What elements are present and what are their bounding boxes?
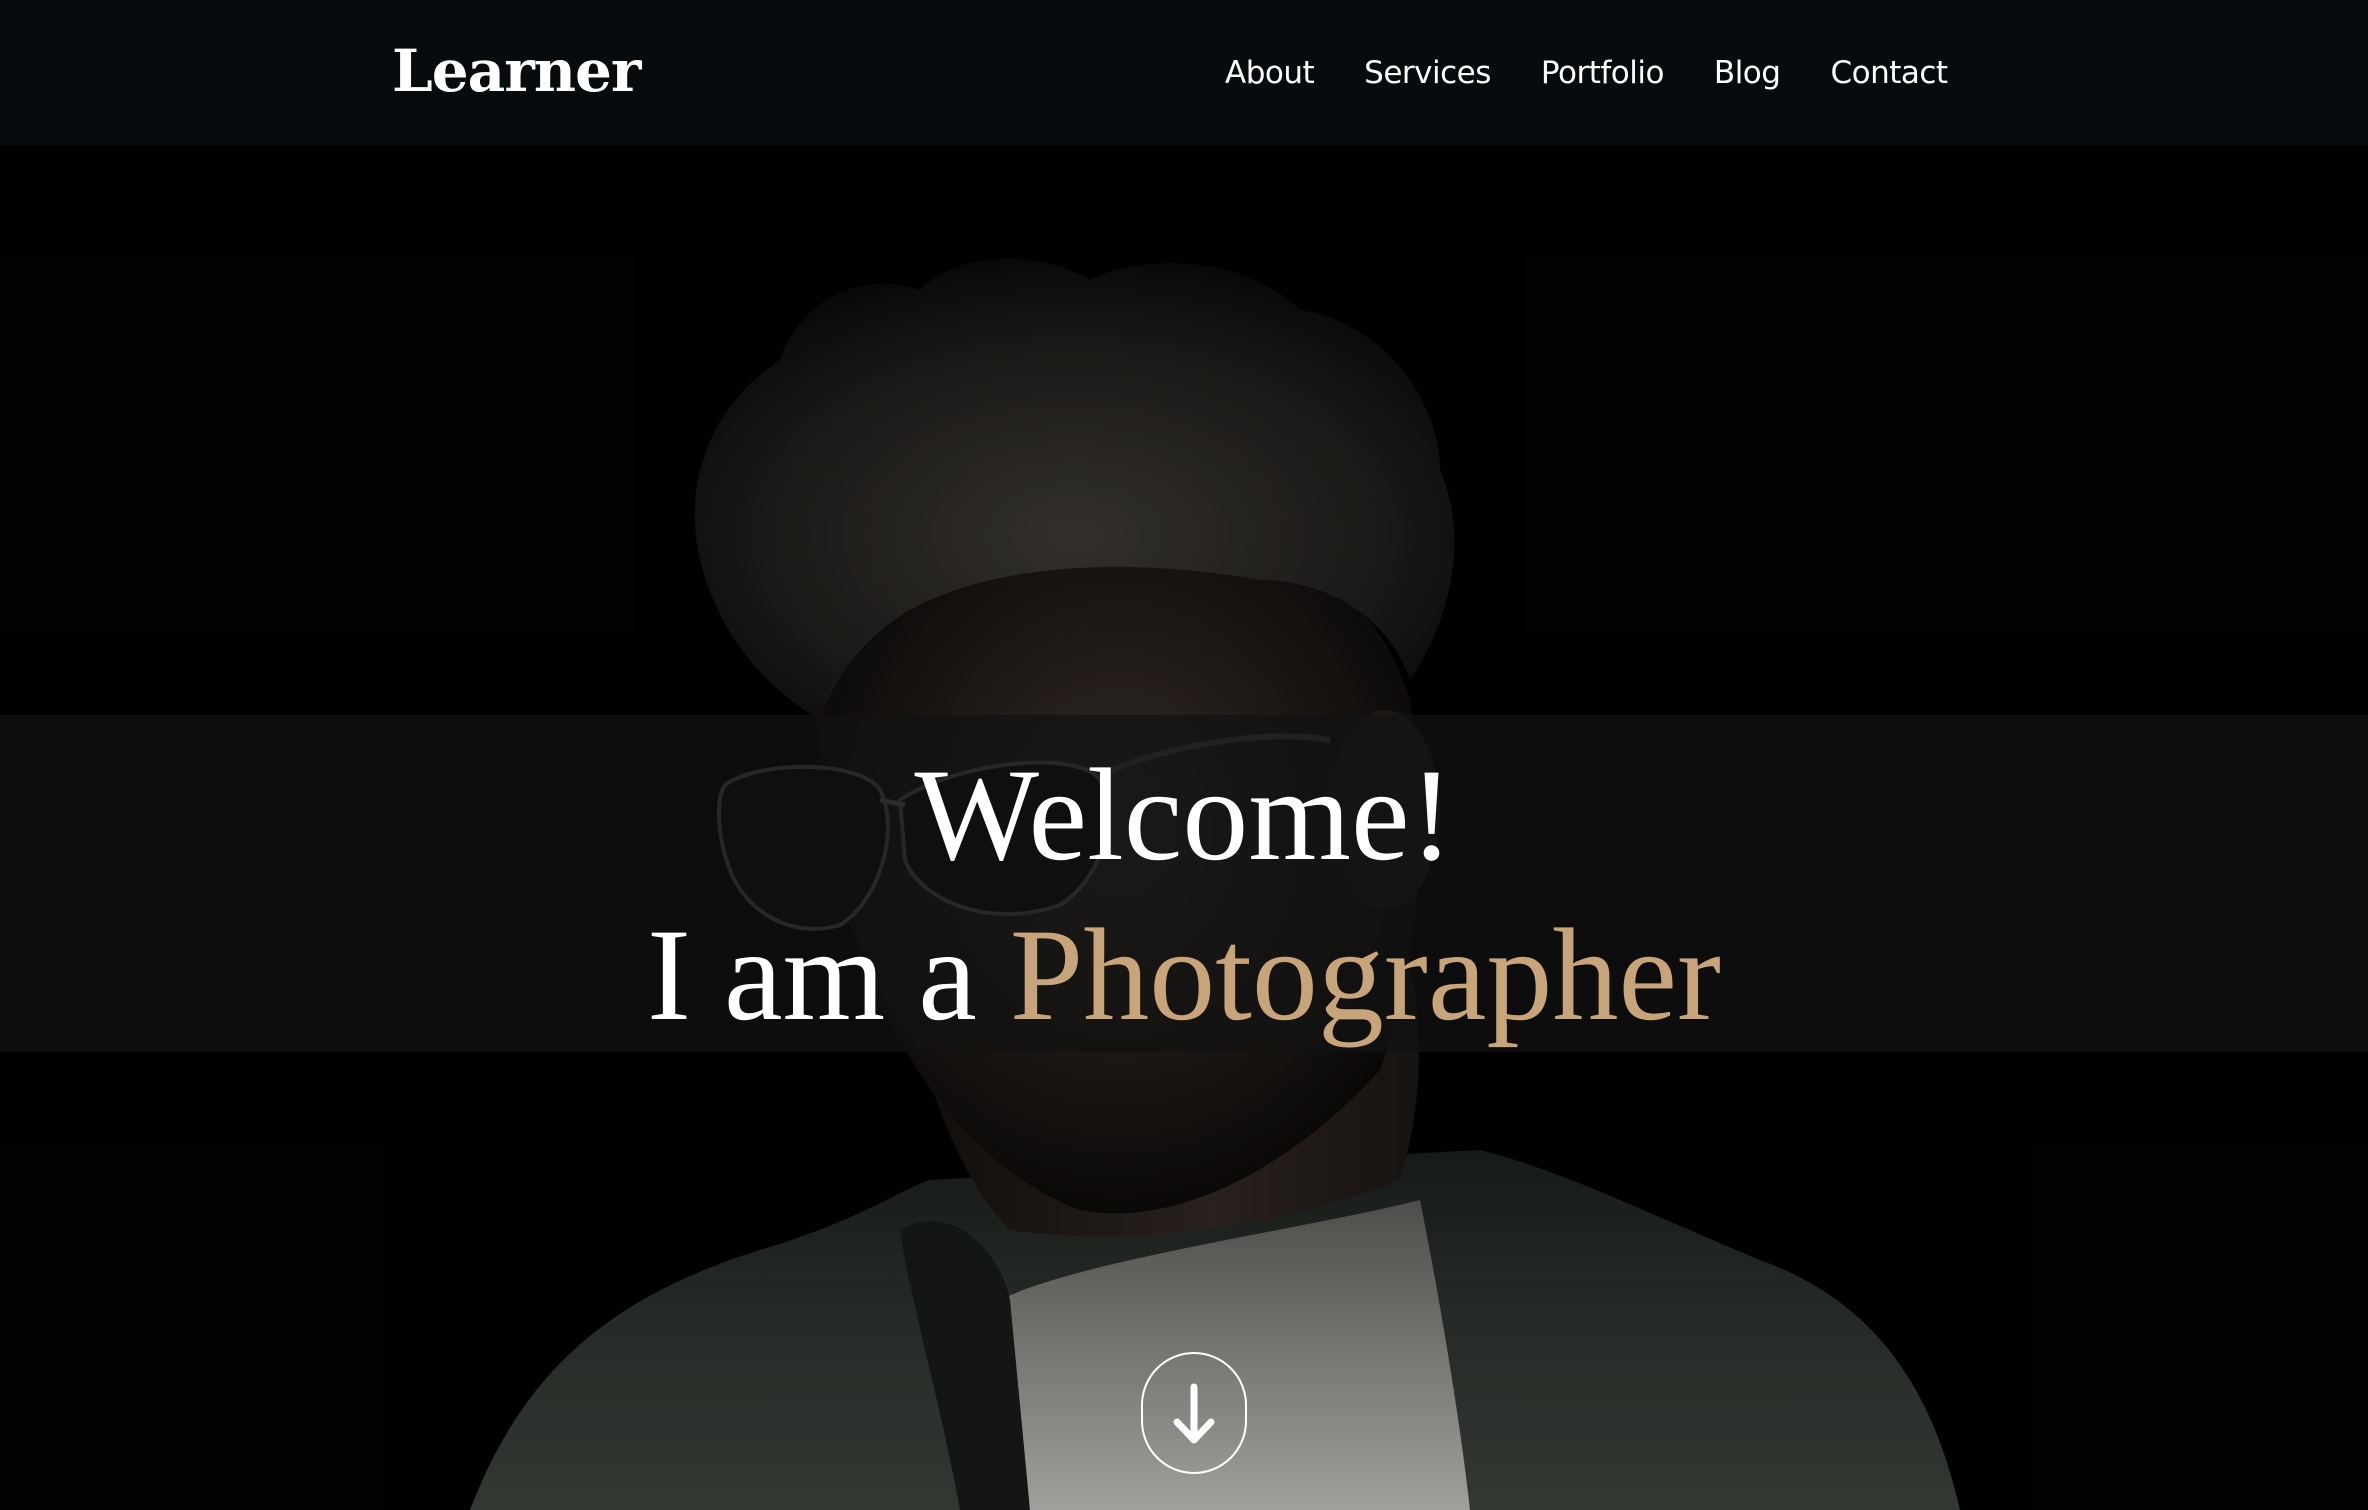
nav-links: About Services Portfolio Blog Contact <box>1225 48 1948 98</box>
brand-logo[interactable]: Learner <box>392 30 641 112</box>
page: Learner About Services Portfolio Blog Co… <box>0 0 2368 1510</box>
arrow-down-icon <box>1173 1383 1215 1444</box>
welcome-subtitle: I am a Photographer <box>0 895 2368 1055</box>
nav-link-about[interactable]: About <box>1225 48 1315 98</box>
subtitle-highlight: Photographer <box>1009 901 1721 1048</box>
welcome-band: Welcome! I am a Photographer <box>0 715 2368 1052</box>
scroll-down-button[interactable] <box>1141 1352 1247 1474</box>
nav-link-contact[interactable]: Contact <box>1830 48 1948 98</box>
nav-link-portfolio[interactable]: Portfolio <box>1541 48 1665 98</box>
welcome-title: Welcome! <box>914 741 1454 888</box>
nav-link-blog[interactable]: Blog <box>1714 48 1781 98</box>
subtitle-prefix: I am a <box>647 901 1010 1048</box>
navbar: Learner About Services Portfolio Blog Co… <box>0 0 2368 145</box>
nav-link-services[interactable]: Services <box>1364 48 1491 98</box>
